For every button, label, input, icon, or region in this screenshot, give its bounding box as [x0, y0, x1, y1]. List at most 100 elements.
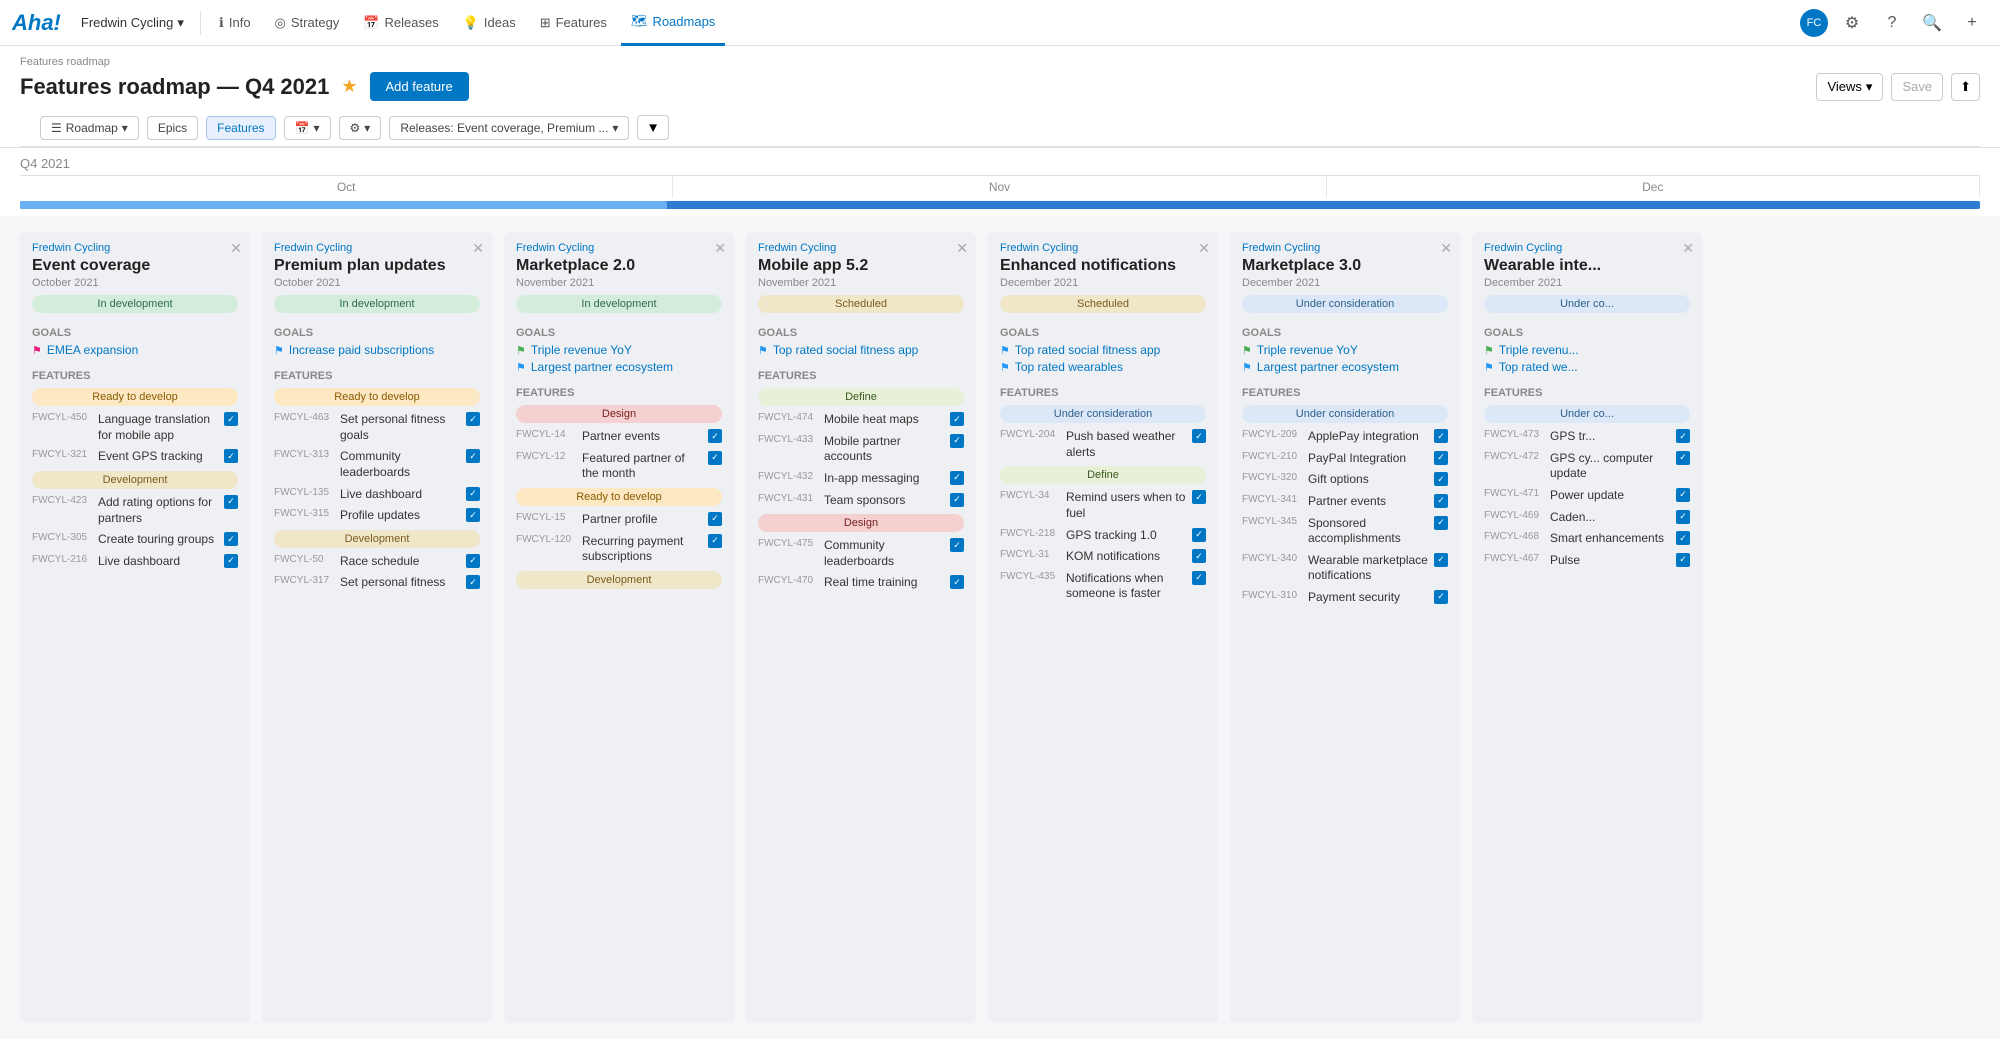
goal-item[interactable]: ⚑ Top rated social fitness app	[758, 343, 964, 357]
feature-checkbox[interactable]	[1434, 451, 1448, 465]
search-icon-btn[interactable]: 🔍	[1916, 7, 1948, 39]
feature-name[interactable]: KOM notifications	[1066, 549, 1186, 565]
feature-name[interactable]: Community leaderboards	[340, 449, 460, 480]
feature-name[interactable]: In-app messaging	[824, 471, 944, 487]
feature-checkbox[interactable]	[1434, 472, 1448, 486]
feature-name[interactable]: Mobile partner accounts	[824, 434, 944, 465]
feature-checkbox[interactable]	[1192, 549, 1206, 563]
feature-checkbox[interactable]	[950, 434, 964, 448]
feature-name[interactable]: Team sponsors	[824, 493, 944, 509]
close-icon[interactable]: ✕	[1198, 240, 1210, 257]
feature-checkbox[interactable]	[1434, 516, 1448, 530]
feature-name[interactable]: Recurring payment subscriptions	[582, 534, 702, 565]
favorite-star-icon[interactable]: ★	[341, 76, 357, 97]
nav-item-roadmaps[interactable]: 🗺 Roadmaps	[621, 0, 725, 46]
close-icon[interactable]: ✕	[1440, 240, 1452, 257]
feature-checkbox[interactable]	[466, 508, 480, 522]
export-button[interactable]: ⬆	[1951, 73, 1980, 101]
feature-name[interactable]: Race schedule	[340, 554, 460, 570]
goal-item[interactable]: ⚑ Largest partner ecosystem	[516, 360, 722, 374]
feature-name[interactable]: Profile updates	[340, 508, 460, 524]
feature-checkbox[interactable]	[466, 412, 480, 426]
feature-checkbox[interactable]	[1434, 429, 1448, 443]
feature-name[interactable]: Featured partner of the month	[582, 451, 702, 482]
feature-checkbox[interactable]	[708, 512, 722, 526]
goal-item[interactable]: ⚑ Triple revenu...	[1484, 343, 1690, 357]
help-icon-btn[interactable]: ?	[1876, 7, 1908, 39]
feature-name[interactable]: Notifications when someone is faster	[1066, 571, 1186, 602]
feature-checkbox[interactable]	[1192, 571, 1206, 585]
goal-item[interactable]: ⚑ EMEA expansion	[32, 343, 238, 357]
user-avatar[interactable]: FC	[1800, 9, 1828, 37]
feature-name[interactable]: Community leaderboards	[824, 538, 944, 569]
settings-icon-btn[interactable]: ⚙	[1836, 7, 1868, 39]
goal-item[interactable]: ⚑ Triple revenue YoY	[516, 343, 722, 357]
display-settings-button[interactable]: ⚙ ▾	[339, 116, 382, 140]
nav-item-info[interactable]: ℹ Info	[209, 0, 261, 46]
feature-name[interactable]: Live dashboard	[98, 554, 218, 570]
feature-checkbox[interactable]	[466, 449, 480, 463]
goal-item[interactable]: ⚑ Top rated we...	[1484, 360, 1690, 374]
feature-name[interactable]: Sponsored accomplishments	[1308, 516, 1428, 547]
feature-name[interactable]: PayPal Integration	[1308, 451, 1428, 467]
feature-checkbox[interactable]	[1676, 451, 1690, 465]
feature-checkbox[interactable]	[1192, 429, 1206, 443]
goal-item[interactable]: ⚑ Triple revenue YoY	[1242, 343, 1448, 357]
feature-name[interactable]: Caden...	[1550, 510, 1670, 526]
features-button[interactable]: Features	[206, 116, 275, 140]
nav-item-features[interactable]: ⊞ Features	[530, 0, 617, 46]
feature-name[interactable]: Mobile heat maps	[824, 412, 944, 428]
nav-item-ideas[interactable]: 💡 Ideas	[453, 0, 526, 46]
calendar-button[interactable]: 📅 ▾	[284, 116, 331, 140]
feature-name[interactable]: GPS cy... computer update	[1550, 451, 1670, 482]
feature-name[interactable]: ApplePay integration	[1308, 429, 1428, 445]
goal-item[interactable]: ⚑ Top rated wearables	[1000, 360, 1206, 374]
feature-checkbox[interactable]	[1434, 553, 1448, 567]
feature-checkbox[interactable]	[950, 575, 964, 589]
releases-filter[interactable]: Releases: Event coverage, Premium ... ▾	[389, 116, 629, 140]
feature-checkbox[interactable]	[466, 554, 480, 568]
feature-name[interactable]: Add rating options for partners	[98, 495, 218, 526]
feature-name[interactable]: Partner events	[582, 429, 702, 445]
feature-checkbox[interactable]	[1434, 590, 1448, 604]
feature-name[interactable]: Event GPS tracking	[98, 449, 218, 465]
feature-name[interactable]: Gift options	[1308, 472, 1428, 488]
feature-name[interactable]: GPS tracking 1.0	[1066, 528, 1186, 544]
feature-checkbox[interactable]	[1676, 429, 1690, 443]
goal-item[interactable]: ⚑ Largest partner ecosystem	[1242, 360, 1448, 374]
feature-checkbox[interactable]	[1676, 553, 1690, 567]
feature-checkbox[interactable]	[1676, 531, 1690, 545]
nav-item-strategy[interactable]: ◎ Strategy	[265, 0, 350, 46]
feature-checkbox[interactable]	[224, 412, 238, 426]
feature-checkbox[interactable]	[466, 487, 480, 501]
add-icon-btn[interactable]: +	[1956, 7, 1988, 39]
close-icon[interactable]: ✕	[956, 240, 968, 257]
feature-checkbox[interactable]	[950, 412, 964, 426]
feature-name[interactable]: Pulse	[1550, 553, 1670, 569]
feature-checkbox[interactable]	[1434, 494, 1448, 508]
feature-checkbox[interactable]	[708, 429, 722, 443]
nav-item-releases[interactable]: 📅 Releases	[353, 0, 448, 46]
feature-name[interactable]: Partner profile	[582, 512, 702, 528]
feature-name[interactable]: Live dashboard	[340, 487, 460, 503]
feature-name[interactable]: Wearable marketplace notifications	[1308, 553, 1428, 584]
close-icon[interactable]: ✕	[472, 240, 484, 257]
workspace-selector[interactable]: Fredwin Cycling ▾	[73, 11, 192, 35]
feature-name[interactable]: Remind users when to fuel	[1066, 490, 1186, 521]
feature-name[interactable]: Smart enhancements	[1550, 531, 1670, 547]
close-icon[interactable]: ✕	[1682, 240, 1694, 257]
goal-item[interactable]: ⚑ Top rated social fitness app	[1000, 343, 1206, 357]
feature-name[interactable]: Power update	[1550, 488, 1670, 504]
feature-name[interactable]: Create touring groups	[98, 532, 218, 548]
feature-name[interactable]: Set personal fitness goals	[340, 412, 460, 443]
feature-name[interactable]: Partner events	[1308, 494, 1428, 510]
feature-checkbox[interactable]	[224, 495, 238, 509]
feature-checkbox[interactable]	[224, 532, 238, 546]
app-logo[interactable]: Aha!	[12, 10, 61, 36]
feature-name[interactable]: Set personal fitness	[340, 575, 460, 591]
feature-checkbox[interactable]	[950, 493, 964, 507]
views-button[interactable]: Views ▾	[1816, 73, 1883, 101]
feature-checkbox[interactable]	[466, 575, 480, 589]
feature-checkbox[interactable]	[950, 538, 964, 552]
close-icon[interactable]: ✕	[230, 240, 242, 257]
